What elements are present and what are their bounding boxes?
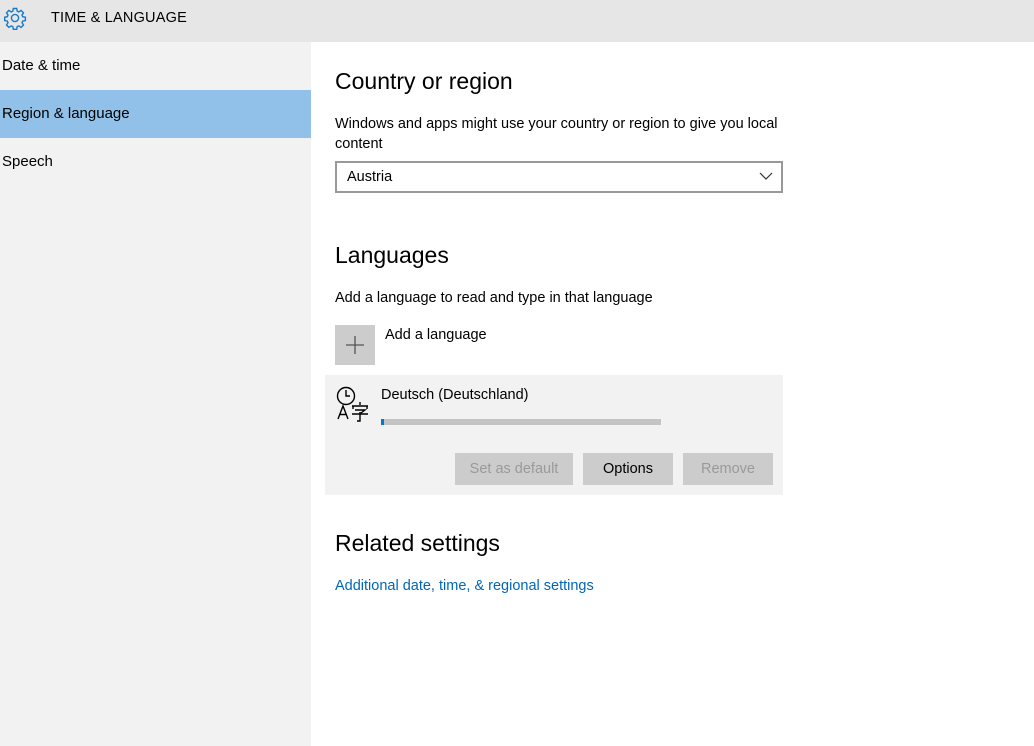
set-as-default-button[interactable]: Set as default [455, 453, 573, 485]
add-language-button[interactable] [335, 325, 375, 365]
country-description: Windows and apps might use your country … [335, 116, 778, 152]
languages-heading: Languages [335, 242, 449, 268]
progress-fill [381, 419, 384, 425]
country-heading: Country or region [335, 68, 513, 94]
main-content: Country or region Windows and apps might… [311, 42, 1034, 746]
sidebar: Date & time Region & language Speech [0, 42, 311, 746]
plus-icon [346, 336, 364, 354]
add-language-label[interactable]: Add a language [385, 327, 487, 343]
sidebar-item-date-time[interactable]: Date & time [0, 42, 311, 90]
remove-button[interactable]: Remove [683, 453, 773, 485]
country-dropdown[interactable]: Austria [335, 161, 783, 193]
chevron-down-icon [759, 172, 773, 180]
sidebar-item-speech[interactable]: Speech [0, 138, 311, 186]
language-download-progress [381, 419, 661, 425]
sidebar-item-region-language[interactable]: Region & language [0, 90, 311, 138]
languages-description: Add a language to read and type in that … [335, 290, 653, 306]
language-icon [336, 386, 368, 422]
country-dropdown-value: Austria [347, 169, 393, 185]
language-item[interactable]: Deutsch (Deutschland) Set as default Opt… [325, 375, 783, 495]
gear-icon [4, 7, 27, 30]
options-button[interactable]: Options [583, 453, 673, 485]
related-settings-heading: Related settings [335, 530, 500, 556]
app-title: TIME & LANGUAGE [51, 10, 187, 26]
language-name: Deutsch (Deutschland) [381, 387, 529, 403]
title-bar: TIME & LANGUAGE [0, 0, 1034, 42]
additional-regional-settings-link[interactable]: Additional date, time, & regional settin… [335, 578, 594, 594]
